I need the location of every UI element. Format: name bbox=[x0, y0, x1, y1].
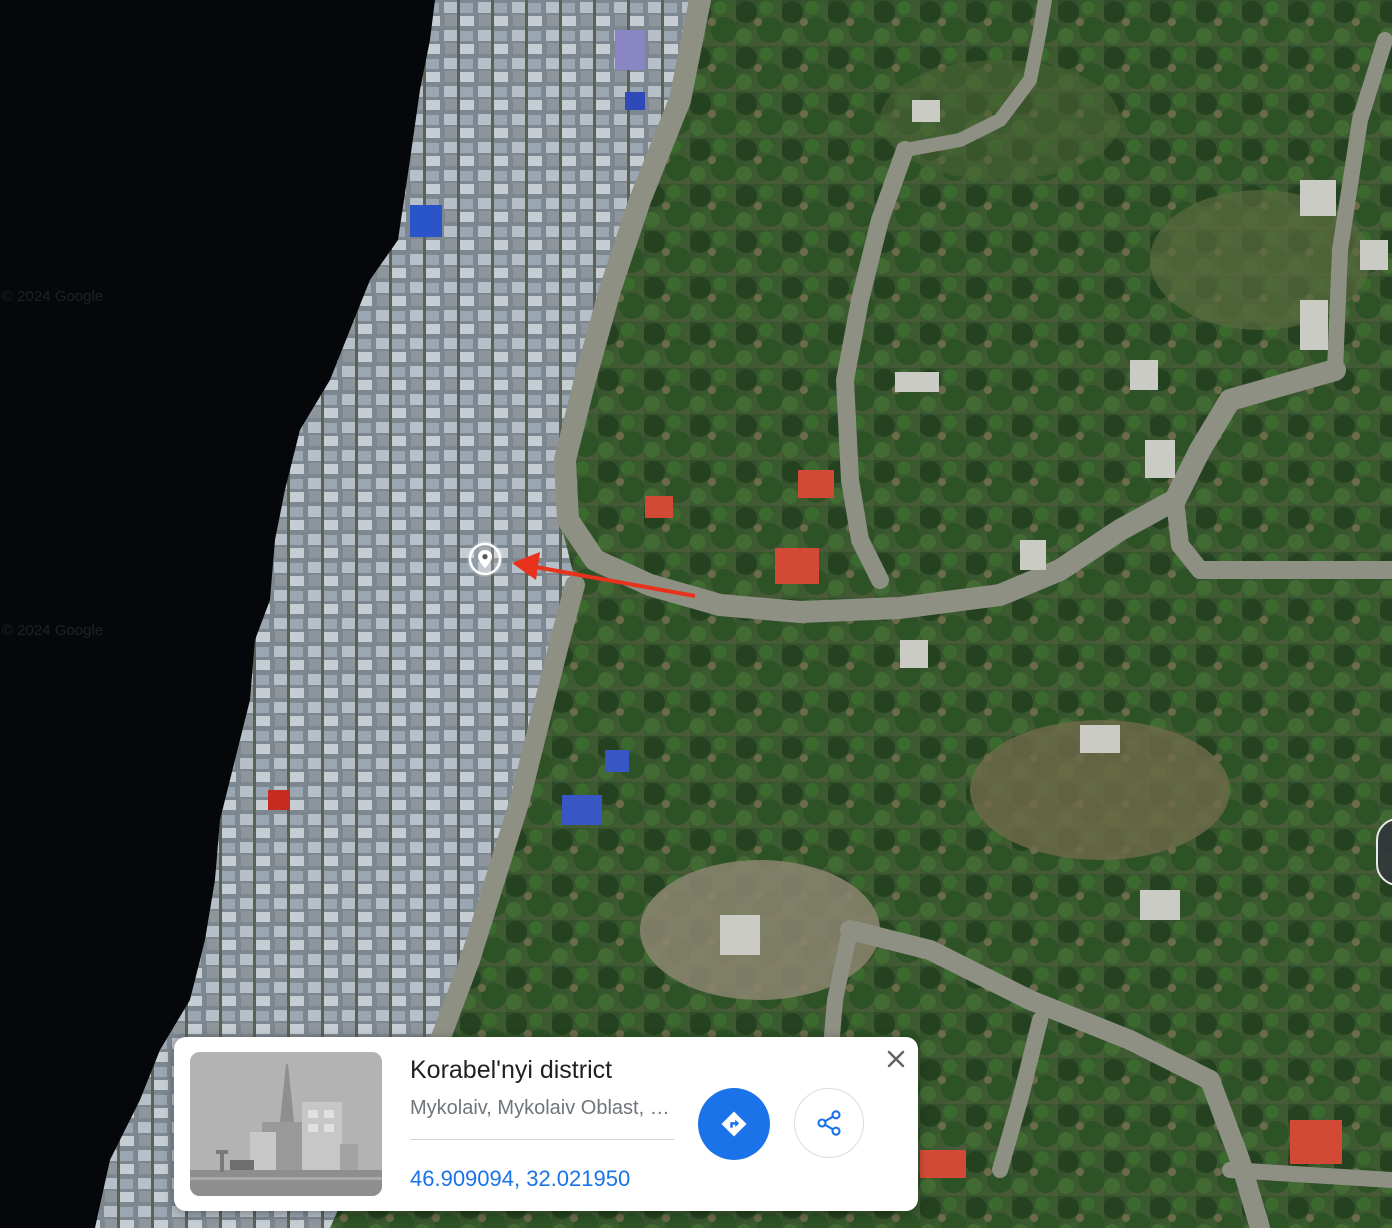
divider bbox=[410, 1139, 674, 1140]
share-button[interactable] bbox=[794, 1088, 864, 1158]
city-placeholder-icon bbox=[190, 1052, 382, 1196]
place-card: Korabel'nyi district Mykolaiv, Mykolaiv … bbox=[174, 1037, 918, 1211]
map-watermark: © 2024 Google bbox=[2, 288, 104, 305]
map-watermark: © 2024 Google bbox=[2, 622, 104, 639]
close-icon bbox=[887, 1050, 905, 1068]
directions-icon bbox=[721, 1111, 747, 1137]
map-pin-icon[interactable] bbox=[467, 541, 503, 577]
coordinates-link[interactable]: 46.909094, 32.021950 bbox=[410, 1166, 630, 1192]
place-subtitle: Mykolaiv, Mykolaiv Oblast, Ukraine bbox=[410, 1097, 680, 1119]
close-button[interactable] bbox=[882, 1045, 910, 1073]
directions-button[interactable] bbox=[698, 1088, 770, 1160]
share-icon bbox=[817, 1110, 841, 1136]
place-title: Korabel'nyi district bbox=[410, 1056, 613, 1084]
